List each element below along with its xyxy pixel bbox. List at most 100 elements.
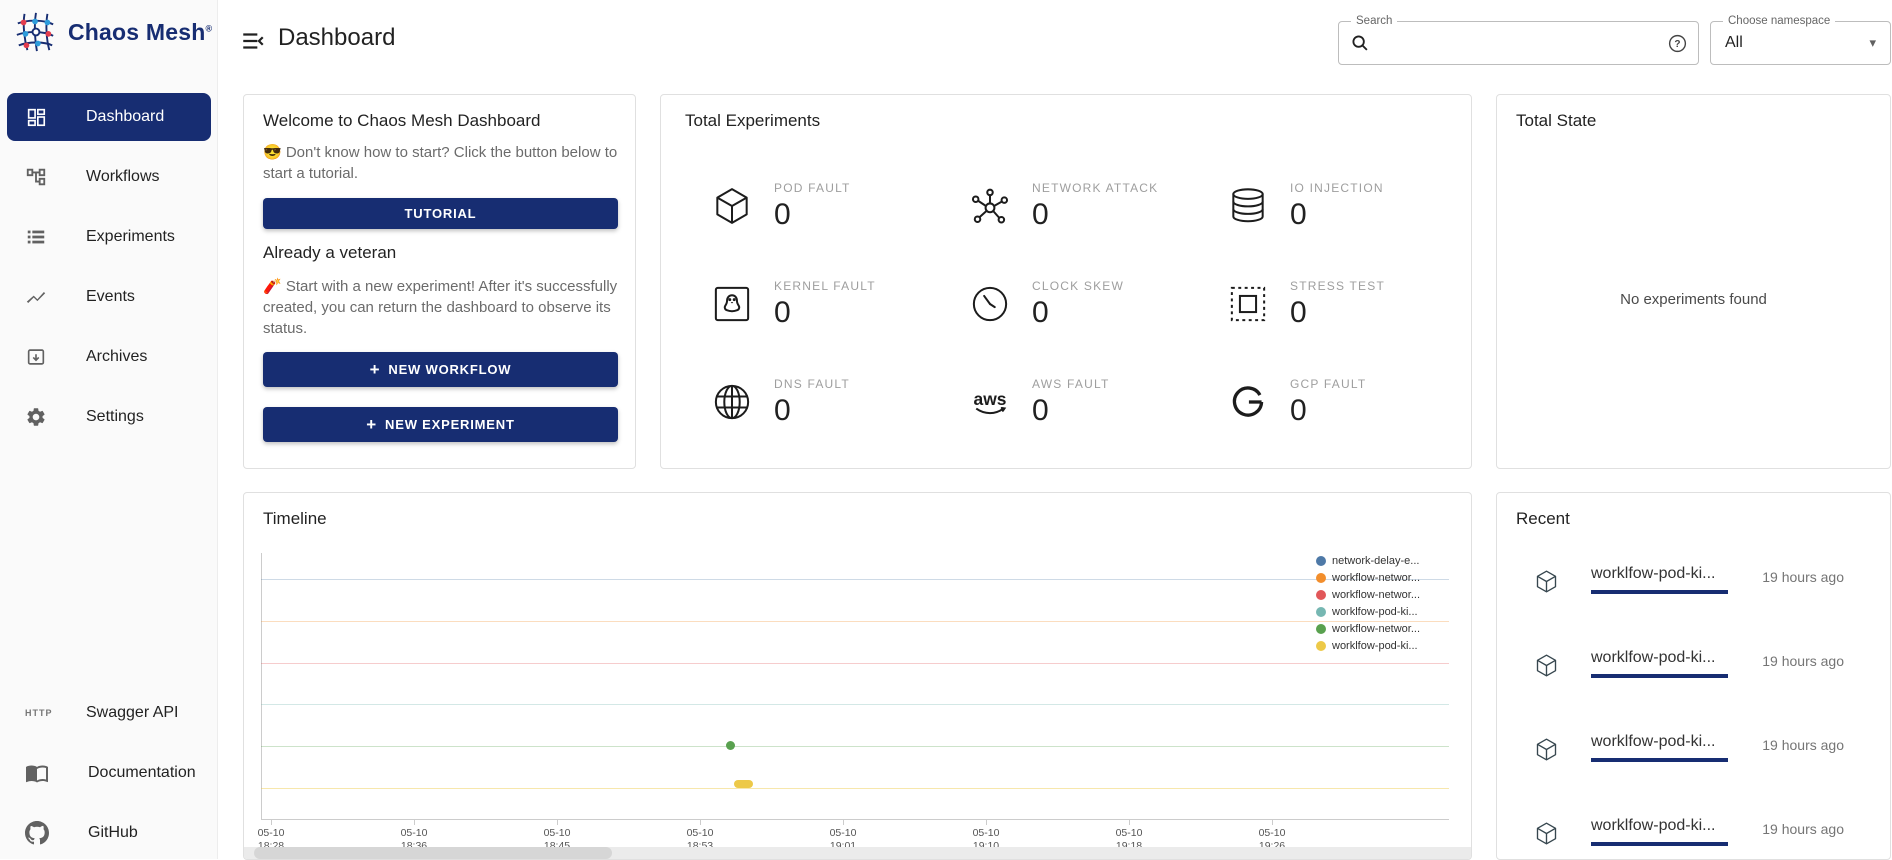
link-underline <box>1591 674 1728 678</box>
stat-value: 0 <box>1032 198 1158 232</box>
search-icon <box>1349 32 1371 54</box>
new-experiment-button[interactable]: + NEW EXPERIMENT <box>263 407 618 442</box>
welcome-intro-text: 😎 Don't know how to start? Click the but… <box>263 142 620 184</box>
recent-item-time: 19 hours ago <box>1762 653 1844 669</box>
database-icon <box>1226 184 1270 228</box>
total-experiments-card: Total Experiments POD FAULT 0 NETWORK AT… <box>660 94 1472 469</box>
stat-value: 0 <box>1032 296 1124 330</box>
stat-label: AWS FAULT <box>1032 377 1109 391</box>
menu-open-icon[interactable] <box>240 28 266 54</box>
recent-item[interactable]: worklfow-pod-ki... 19 hours ago <box>1497 565 1891 607</box>
gcp-icon <box>1226 380 1270 424</box>
help-icon[interactable]: ? <box>1667 33 1688 54</box>
recent-item-name[interactable]: worklfow-pod-ki... <box>1591 733 1715 751</box>
sidebar-item-settings[interactable]: Settings <box>7 393 211 441</box>
stat-label: POD FAULT <box>774 181 851 195</box>
x-tick <box>414 820 415 825</box>
legend-dot-icon <box>1316 624 1326 634</box>
sidebar-item-dashboard[interactable]: Dashboard <box>7 93 211 141</box>
gridline-series-6 <box>261 788 1449 789</box>
sidebar-item-workflows[interactable]: Workflows <box>7 153 211 201</box>
recent-item[interactable]: worklfow-pod-ki... 19 hours ago <box>1497 817 1891 859</box>
recent-item-name[interactable]: worklfow-pod-ki... <box>1591 649 1715 667</box>
legend-item[interactable]: worklfow-pod-ki... <box>1316 637 1420 654</box>
legend-item[interactable]: worklfow-pod-ki... <box>1316 603 1420 620</box>
stat-value: 0 <box>1290 394 1366 428</box>
plus-icon: + <box>366 416 377 433</box>
scrollbar-thumb[interactable] <box>254 847 612 859</box>
brand-name: Chaos Mesh® <box>68 19 212 46</box>
legend-dot-icon <box>1316 607 1326 617</box>
recent-item-time: 19 hours ago <box>1762 737 1844 753</box>
search-box: Search ? <box>1338 21 1699 65</box>
sidebar: Chaos Mesh® Dashboard Workflows Experime… <box>0 0 218 859</box>
sidebar-item-label: Events <box>86 288 135 306</box>
stat-label: STRESS TEST <box>1290 279 1385 293</box>
stat-dns-fault: DNS FAULT 0 <box>710 353 968 451</box>
sidebar-item-experiments[interactable]: Experiments <box>7 213 211 261</box>
link-underline <box>1591 590 1728 594</box>
search-input[interactable] <box>1379 35 1667 52</box>
gridline-series-1 <box>261 579 1449 580</box>
experiment-stats-grid: POD FAULT 0 NETWORK ATTACK 0 <box>710 157 1484 451</box>
dashboard-icon <box>25 106 47 128</box>
namespace-value: All <box>1725 34 1869 52</box>
cube-icon <box>1533 820 1560 847</box>
total-experiments-title: Total Experiments <box>685 111 820 131</box>
tutorial-button[interactable]: TUTORIAL <box>263 198 618 229</box>
veteran-text: 🧨 Start with a new experiment! After it'… <box>263 276 620 339</box>
recent-item[interactable]: worklfow-pod-ki... 19 hours ago <box>1497 733 1891 775</box>
sidebar-item-events[interactable]: Events <box>7 273 211 321</box>
svg-text:?: ? <box>1674 39 1680 50</box>
legend-dot-icon <box>1316 641 1326 651</box>
page-title: Dashboard <box>278 24 395 52</box>
stat-value: 0 <box>1290 296 1385 330</box>
legend-item[interactable]: workflow-networ... <box>1316 620 1420 637</box>
stat-value: 0 <box>1290 198 1384 232</box>
veteran-title: Already a veteran <box>263 243 396 263</box>
chevron-down-icon: ▾ <box>1869 35 1876 51</box>
plus-icon: + <box>370 361 381 378</box>
stat-clock-skew: CLOCK SKEW 0 <box>968 255 1226 353</box>
namespace-label: Choose namespace <box>1723 15 1835 27</box>
legend-item[interactable]: network-delay-e... <box>1316 552 1420 569</box>
sidebar-item-documentation[interactable]: Documentation <box>7 749 211 797</box>
stat-label: IO INJECTION <box>1290 181 1384 195</box>
stat-label: DNS FAULT <box>774 377 850 391</box>
sidebar-item-label: Workflows <box>86 168 160 186</box>
sidebar-item-github[interactable]: GitHub <box>7 809 211 857</box>
horizontal-scrollbar[interactable] <box>244 847 1471 859</box>
stat-value: 0 <box>1032 394 1109 428</box>
cube-icon <box>1533 736 1560 763</box>
recent-item-name[interactable]: worklfow-pod-ki... <box>1591 817 1715 835</box>
sidebar-item-archives[interactable]: Archives <box>7 333 211 381</box>
settings-icon <box>25 406 47 428</box>
namespace-select[interactable]: Choose namespace All ▾ <box>1710 21 1891 65</box>
stat-value: 0 <box>774 296 876 330</box>
stat-label: NETWORK ATTACK <box>1032 181 1158 195</box>
stat-aws-fault: aws AWS FAULT 0 <box>968 353 1226 451</box>
stat-gcp-fault: GCP FAULT 0 <box>1226 353 1484 451</box>
x-tick <box>271 820 272 825</box>
recent-item-name[interactable]: worklfow-pod-ki... <box>1591 565 1715 583</box>
new-workflow-button[interactable]: + NEW WORKFLOW <box>263 352 618 387</box>
stress-square-icon <box>1226 282 1270 326</box>
workflows-icon <box>25 166 47 188</box>
sidebar-item-label: Settings <box>86 408 144 426</box>
gridline-series-4 <box>261 704 1449 705</box>
stat-label: CLOCK SKEW <box>1032 279 1124 293</box>
x-axis-line <box>261 819 1449 820</box>
recent-item[interactable]: worklfow-pod-ki... 19 hours ago <box>1497 649 1891 691</box>
sidebar-item-swagger-api[interactable]: HTTP Swagger API <box>7 689 211 737</box>
stat-value: 0 <box>774 198 851 232</box>
book-icon <box>25 761 49 785</box>
x-tick <box>1129 820 1130 825</box>
legend-item[interactable]: workflow-networ... <box>1316 586 1420 603</box>
stat-label: GCP FAULT <box>1290 377 1366 391</box>
legend-item[interactable]: workflow-networ... <box>1316 569 1420 586</box>
experiments-icon <box>25 226 47 248</box>
event-bar-yellow[interactable] <box>734 780 753 788</box>
recent-item-time: 19 hours ago <box>1762 569 1844 585</box>
event-point-green[interactable] <box>726 741 735 750</box>
recent-item-time: 19 hours ago <box>1762 821 1844 837</box>
